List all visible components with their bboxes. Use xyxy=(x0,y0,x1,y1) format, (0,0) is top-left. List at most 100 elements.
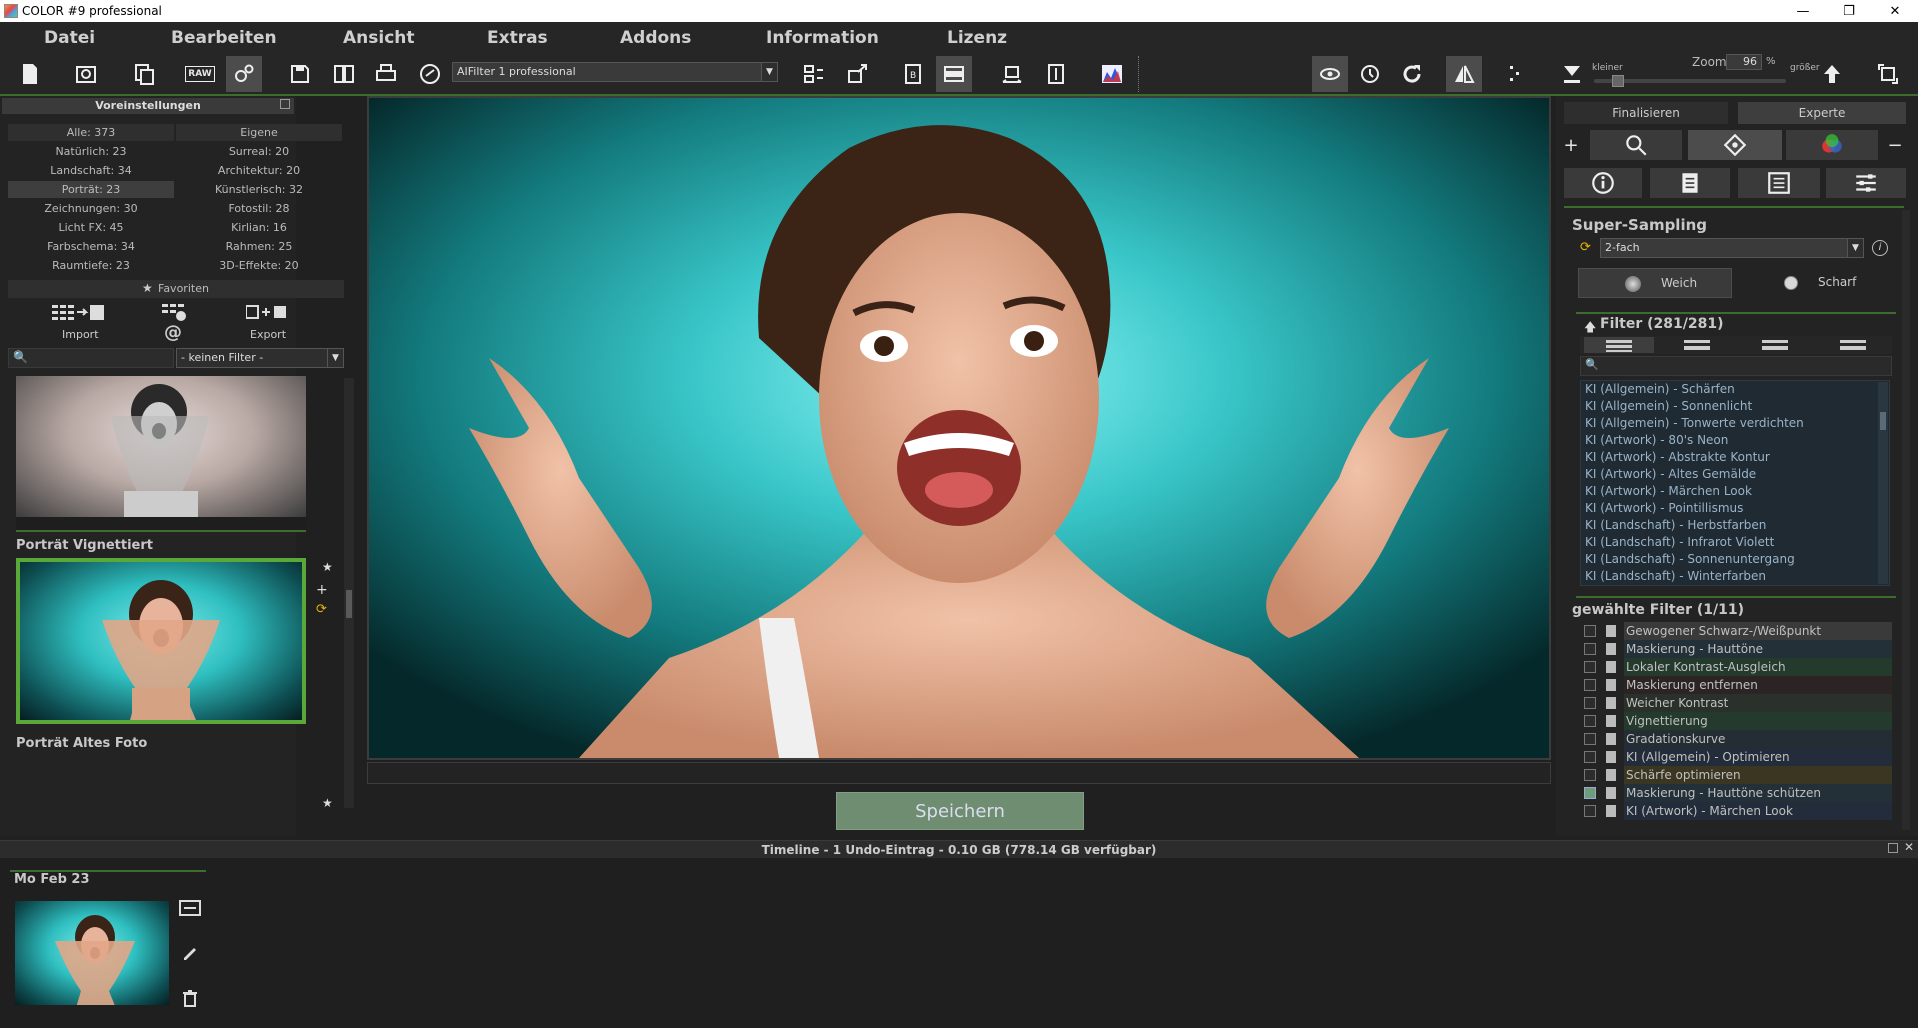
zoom-in-icon[interactable] xyxy=(1814,56,1850,92)
crop-grid-icon[interactable] xyxy=(1498,56,1534,92)
histogram-icon[interactable] xyxy=(1094,56,1130,92)
preset-search-input[interactable]: 🔍 xyxy=(8,348,174,368)
filter-list-item[interactable]: KI (Landschaft) - Herbstfarben xyxy=(1581,517,1889,534)
documents-icon[interactable] xyxy=(126,56,162,92)
filter-checkbox[interactable] xyxy=(1584,625,1596,637)
preset-scrollbar[interactable] xyxy=(344,378,354,808)
selected-filter-row[interactable]: KI (Allgemein) - Optimieren xyxy=(1580,748,1892,766)
add-favorite-icon[interactable]: + xyxy=(316,582,328,598)
export-arrow-icon[interactable] xyxy=(840,56,876,92)
preset-category[interactable]: Rahmen: 25 xyxy=(176,238,342,255)
save-all-icon[interactable] xyxy=(326,56,362,92)
filter-checkbox[interactable] xyxy=(1584,787,1596,799)
color-wheel-icon[interactable] xyxy=(1786,130,1878,160)
view-list-compact-icon[interactable] xyxy=(1818,337,1888,353)
view-list-large-icon[interactable] xyxy=(1584,337,1654,353)
mirror-icon[interactable] xyxy=(1446,56,1482,92)
selected-filter-row[interactable]: Lokaler Kontrast-Ausgleich xyxy=(1580,658,1892,676)
filter-checkbox[interactable] xyxy=(1584,769,1596,781)
close-icon[interactable]: ✕ xyxy=(1904,840,1914,854)
panel-restore-icon[interactable] xyxy=(280,99,290,109)
filter-list-item[interactable]: KI (Allgemein) - Tonwerte verdichten xyxy=(1581,415,1889,432)
selected-filter-row[interactable]: Weicher Kontrast xyxy=(1580,694,1892,712)
filter-list-item[interactable]: KI (Landschaft) - Sonnenuntergang xyxy=(1581,551,1889,568)
history-icon[interactable] xyxy=(68,56,104,92)
menu-datei[interactable]: Datei xyxy=(44,28,95,48)
filter-list-scrollbar-thumb[interactable] xyxy=(1880,412,1886,430)
split-view-icon[interactable] xyxy=(936,56,972,92)
tab-finalisieren[interactable]: Finalisieren xyxy=(1564,102,1728,124)
menu-extras[interactable]: Extras xyxy=(487,28,548,48)
preset-category[interactable]: Alle: 373 xyxy=(8,124,174,141)
list-icon[interactable] xyxy=(1738,168,1820,198)
compare-layout-icon[interactable] xyxy=(796,56,832,92)
minimize-button[interactable]: — xyxy=(1780,0,1826,22)
preset-category[interactable]: Fotostil: 28 xyxy=(176,200,342,217)
sharp-button[interactable]: Scharf xyxy=(1738,268,1894,298)
save-icon[interactable] xyxy=(282,56,318,92)
filter-preset-select[interactable]: AIFilter 1 professional ▼ xyxy=(452,62,778,82)
share-icon[interactable] xyxy=(412,56,448,92)
zoom-out-icon[interactable] xyxy=(1554,56,1590,92)
zoom-value-field[interactable]: 96 xyxy=(1726,54,1762,70)
menu-bearbeiten[interactable]: Bearbeiten xyxy=(171,28,277,48)
snapshot-compare-icon[interactable] xyxy=(178,896,202,920)
web-share-button[interactable]: @ xyxy=(164,322,182,343)
filter-checkbox[interactable] xyxy=(1584,715,1596,727)
panel-restore-icon[interactable] xyxy=(1888,843,1898,853)
filter-list-item[interactable]: KI (Artwork) - Pointillismus xyxy=(1581,500,1889,517)
preview-eye-icon[interactable] xyxy=(1312,56,1348,92)
filter-checkbox[interactable] xyxy=(1584,661,1596,673)
selected-filter-row[interactable]: Gewogener Schwarz-/Weißpunkt xyxy=(1580,622,1892,640)
supersampling-select[interactable]: 2-fach ▼ xyxy=(1600,238,1864,258)
timer-compare-icon[interactable] xyxy=(1352,56,1388,92)
snapshot-edit-icon[interactable] xyxy=(180,942,200,962)
preset-thumbnail[interactable] xyxy=(16,376,306,532)
menu-addons[interactable]: Addons xyxy=(620,28,691,48)
info-icon[interactable] xyxy=(1564,168,1642,198)
soft-button[interactable]: Weich xyxy=(1578,268,1732,298)
move-diamond-icon[interactable] xyxy=(1688,130,1782,160)
star-icon[interactable]: ★ xyxy=(322,796,334,810)
filter-list-item[interactable]: KI (Landschaft) - Infrarot Violett xyxy=(1581,534,1889,551)
adjust-sliders-icon[interactable] xyxy=(1826,168,1906,198)
filter-checkbox[interactable] xyxy=(1584,643,1596,655)
image-canvas[interactable] xyxy=(367,96,1551,760)
preset-category[interactable]: Farbschema: 34 xyxy=(8,238,174,255)
menu-information[interactable]: Information xyxy=(766,28,879,48)
preset-category[interactable]: Künstlerisch: 32 xyxy=(176,181,342,198)
export-button[interactable]: Export xyxy=(250,328,286,341)
selected-filter-row[interactable]: Vignettierung xyxy=(1580,712,1892,730)
preset-category[interactable]: Porträt: 23 xyxy=(8,181,174,198)
preset-category[interactable]: Licht FX: 45 xyxy=(8,219,174,236)
selected-filter-row[interactable]: Schärfe optimieren xyxy=(1580,766,1892,784)
apply-preset-icon[interactable]: ⟳ xyxy=(316,602,330,617)
view-list-medium-icon[interactable] xyxy=(1662,337,1732,353)
search-icon[interactable] xyxy=(1590,130,1682,160)
menu-lizenz[interactable]: Lizenz xyxy=(947,28,1007,48)
right-panel-scrollbar[interactable] xyxy=(1902,210,1910,830)
refresh-icon[interactable] xyxy=(1394,56,1430,92)
filter-search-input[interactable]: 🔍 xyxy=(1580,356,1892,376)
timeline-snapshot[interactable] xyxy=(12,898,172,1008)
preset-filter-select[interactable]: - keinen Filter - ▼ xyxy=(176,348,344,368)
filter-list-scrollbar[interactable] xyxy=(1878,382,1888,584)
batch-icon[interactable]: B xyxy=(896,56,932,92)
favorites-row[interactable]: ★ Favoriten xyxy=(8,280,344,298)
selected-filter-row[interactable]: KI (Artwork) - Märchen Look xyxy=(1580,802,1892,820)
import-button[interactable]: Import xyxy=(62,328,99,341)
preset-category[interactable]: Raumtiefe: 23 xyxy=(8,257,174,274)
zoom-slider-handle[interactable] xyxy=(1612,75,1624,87)
filter-checkbox[interactable] xyxy=(1584,751,1596,763)
menu-ansicht[interactable]: Ansicht xyxy=(343,28,415,48)
selected-filter-row[interactable]: Maskierung - Hauttöne schützen xyxy=(1580,784,1892,802)
preset-category[interactable]: Architektur: 20 xyxy=(176,162,342,179)
settings-gears-icon[interactable] xyxy=(226,56,262,92)
star-icon[interactable]: ★ xyxy=(322,560,334,574)
tab-experte[interactable]: Experte xyxy=(1738,102,1906,124)
preset-category[interactable]: Kirlian: 16 xyxy=(176,219,342,236)
raw-icon[interactable]: RAW xyxy=(182,56,218,92)
filter-checkbox[interactable] xyxy=(1584,697,1596,709)
info-icon[interactable]: i xyxy=(1872,240,1888,256)
preset-category[interactable]: Eigene xyxy=(176,124,342,141)
